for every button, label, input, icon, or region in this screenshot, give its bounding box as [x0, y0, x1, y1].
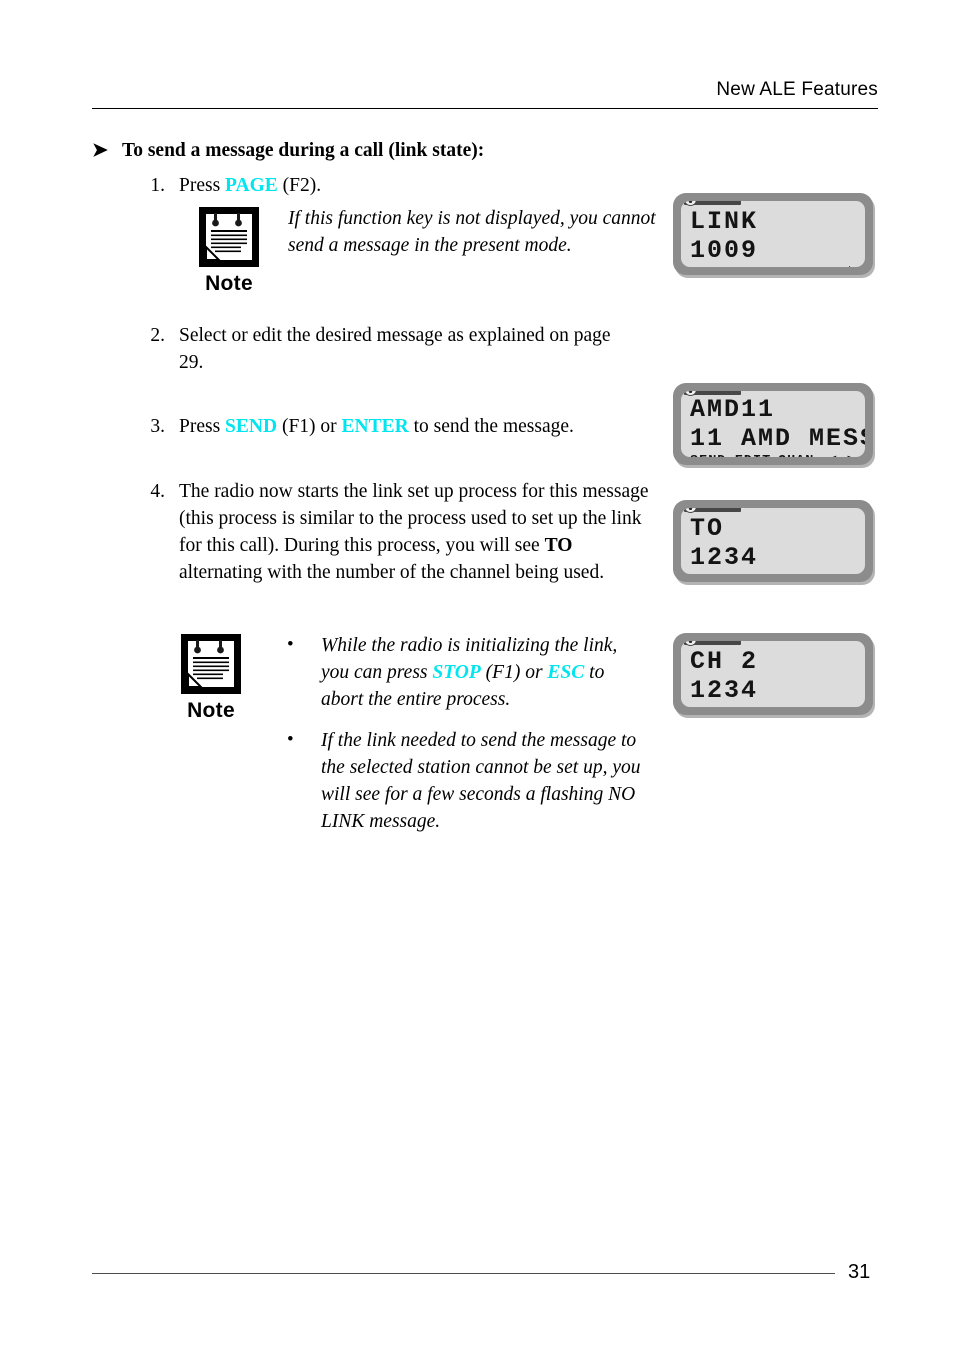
lcd-line-1: AMD11 — [690, 395, 776, 424]
lcd-screen: MOTOROLA TO 1234 STOP — [681, 508, 865, 574]
triangle-right-icon: ➤ — [92, 140, 108, 161]
step-text: Press PAGE (F2). — [179, 172, 555, 199]
step-item-3: 3. Press SEND (F1) or ENTER to send the … — [135, 413, 655, 440]
step-text: The radio now starts the link set up pro… — [179, 478, 655, 586]
document-page: New ALE Features ➤ To send a message duri… — [0, 0, 954, 1352]
softkey-f3[interactable] — [778, 705, 823, 707]
motorola-logo: MOTOROLA — [684, 508, 741, 513]
lcd-softkey-row: STOP — [690, 572, 856, 574]
footer-divider — [92, 1273, 835, 1274]
note-badge: Note — [175, 632, 247, 724]
softkey-f2[interactable] — [735, 572, 778, 574]
lcd-screen: MOTOROLA CH 2 1234 STOP — [681, 641, 865, 707]
radio-display-2: MOTOROLA AMD11 11 AMD MESS SEND EDIT CHA… — [673, 383, 873, 465]
softkey-f3[interactable]: CHAN — [778, 453, 823, 457]
note-bullet-item: While the radio is initializing the link… — [285, 631, 645, 713]
text-run: (F2). — [277, 175, 322, 196]
arrow-right-icon — [849, 266, 856, 267]
lcd-softkey-row: SEND EDIT CHAN <-> — [690, 453, 856, 457]
note-callout-2: Note While the radio is initializing the… — [175, 631, 665, 849]
softkey-f3[interactable] — [778, 265, 806, 267]
lcd-line-2: 1234 — [690, 543, 759, 572]
step-number: 3. — [150, 416, 165, 437]
text-run: (F1) or — [277, 416, 342, 437]
text-run: Press — [179, 416, 226, 437]
motorola-wordmark: MOTOROLA — [697, 508, 737, 512]
motorola-logo: MOTOROLA — [684, 391, 741, 396]
key-name: ENTER — [341, 416, 409, 437]
note-label: Note — [205, 272, 253, 295]
lcd-line-1: CH 2 — [690, 647, 759, 676]
text-run: alternating with the number of the chann… — [179, 562, 605, 583]
softkey-f3[interactable] — [778, 572, 823, 574]
lcd-line-1: LINK — [690, 207, 759, 236]
radio-display-4: MOTOROLA CH 2 1234 STOP — [673, 633, 873, 715]
softkey-f4[interactable] — [823, 705, 856, 707]
lcd-softkey-row: STOP — [690, 705, 856, 707]
motorola-m-icon — [684, 201, 697, 206]
step-number: 1. — [150, 175, 165, 196]
softkey-f2[interactable] — [735, 705, 778, 707]
softkey-f4[interactable] — [823, 572, 856, 574]
motorola-wordmark: MOTOROLA — [697, 641, 737, 645]
radio-display-3: MOTOROLA TO 1234 STOP — [673, 500, 873, 582]
key-name: PAGE — [225, 175, 278, 196]
motorola-wordmark: MOTOROLA — [697, 201, 737, 205]
text-run: (F1) or — [480, 662, 548, 683]
motorola-m-icon — [684, 508, 697, 513]
step-text: Select or edit the desired message as ex… — [179, 322, 635, 376]
key-name: ESC — [547, 662, 585, 683]
note-badge: Note — [193, 205, 265, 297]
text-run: Press — [179, 175, 226, 196]
lcd-line-1: TO — [690, 514, 725, 543]
note-bullet-item: If the link needed to send the message t… — [285, 726, 645, 835]
lcd-softkey-row: PAGE MON — [690, 265, 856, 267]
lcd-line-2: 1234 — [690, 676, 759, 705]
softkey-f4[interactable]: <-> — [823, 453, 856, 457]
note-pad-icon — [199, 207, 259, 267]
text-run: Select or edit the desired message as ex… — [179, 325, 611, 373]
note-callout-1: Note If this function key is not display… — [193, 205, 663, 295]
lcd-line-2: 1009 — [690, 236, 759, 265]
lcd-line-2: 11 AMD MESS — [690, 424, 865, 453]
step-item-1: 1. Press PAGE (F2). — [135, 172, 555, 199]
softkey-f4[interactable]: MON — [806, 265, 856, 267]
note-label: Note — [187, 699, 235, 722]
text-run: TO — [544, 535, 573, 556]
note-bullet-list: While the radio is initializing the link… — [285, 631, 645, 835]
lcd-screen: MOTOROLA LINK 1009 PAGE MON — [681, 201, 865, 267]
step-text: Press SEND (F1) or ENTER to send the mes… — [179, 413, 655, 440]
softkey-f2[interactable]: EDIT — [735, 453, 778, 457]
softkey-f1[interactable]: STOP — [690, 705, 735, 707]
step-item-2: 2. Select or edit the desired message as… — [135, 322, 635, 376]
note-pad-icon — [181, 634, 241, 694]
header-divider — [92, 108, 878, 109]
text-run: to send the message. — [408, 416, 574, 437]
key-name: SEND — [225, 416, 278, 437]
softkey-f4-label: MON — [821, 266, 848, 267]
softkey-f1[interactable] — [690, 265, 733, 267]
step-number: 2. — [150, 325, 165, 346]
page-number: 31 — [848, 1261, 871, 1283]
text-run: The radio now starts the link set up pro… — [179, 481, 649, 556]
motorola-wordmark: MOTOROLA — [697, 391, 737, 395]
softkey-f2[interactable]: PAGE — [733, 265, 778, 267]
softkey-f1[interactable]: SEND — [690, 453, 735, 457]
header-title: New ALE Features — [716, 79, 878, 100]
step-item-4: 4. The radio now starts the link set up … — [135, 478, 655, 586]
section-heading: ➤ To send a message during a call (link s… — [92, 138, 692, 164]
lcd-screen: MOTOROLA AMD11 11 AMD MESS SEND EDIT CHA… — [681, 391, 865, 457]
key-name: STOP — [432, 662, 481, 683]
softkey-f1[interactable]: STOP — [690, 572, 735, 574]
motorola-logo: MOTOROLA — [684, 201, 741, 206]
motorola-logo: MOTOROLA — [684, 641, 741, 646]
step-number: 4. — [150, 481, 165, 502]
radio-display-1: MOTOROLA LINK 1009 PAGE MON — [673, 193, 873, 275]
text-run: If the link needed to send the message t… — [321, 730, 641, 832]
running-header: New ALE Features — [92, 78, 878, 102]
note-text: If this function key is not displayed, y… — [288, 208, 656, 256]
motorola-m-icon — [684, 641, 697, 646]
section-heading-text: To send a message during a call (link st… — [122, 140, 485, 161]
